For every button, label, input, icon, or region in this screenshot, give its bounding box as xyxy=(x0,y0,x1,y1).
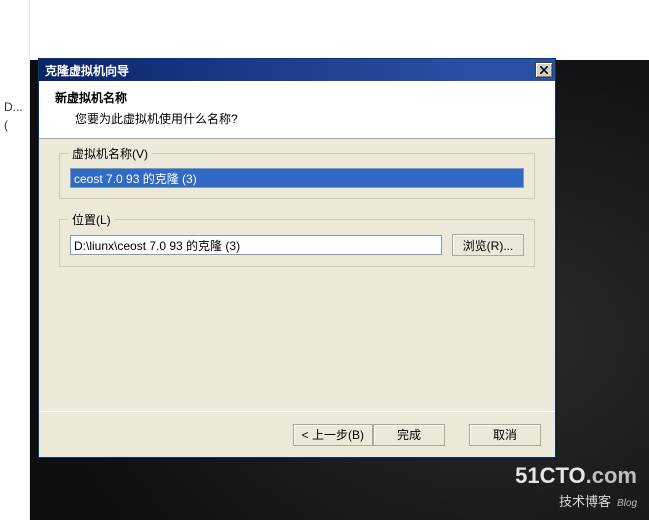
left-panel: D... ( xyxy=(0,0,30,520)
left-panel-item[interactable]: D... xyxy=(0,98,29,116)
top-white-strip xyxy=(30,0,649,60)
wizard-footer: < 上一步(B) 完成 取消 xyxy=(39,411,555,457)
vm-name-label: 虚拟机名称(V) xyxy=(68,145,152,162)
browse-button[interactable]: 浏览(R)... xyxy=(452,234,524,256)
cancel-button[interactable]: 取消 xyxy=(469,424,541,446)
location-label: 位置(L) xyxy=(68,211,115,228)
finish-button[interactable]: 完成 xyxy=(373,424,445,446)
back-button[interactable]: < 上一步(B) xyxy=(293,424,373,446)
location-group: 位置(L) 浏览(R)... xyxy=(59,219,535,267)
left-panel-item[interactable]: ( xyxy=(0,116,29,134)
vm-name-group: 虚拟机名称(V) xyxy=(59,153,535,199)
header-subtitle: 您要为此虚拟机使用什么名称? xyxy=(55,106,539,127)
titlebar: 克隆虚拟机向导 xyxy=(39,59,555,81)
vm-name-input[interactable] xyxy=(70,168,524,188)
watermark: 51CTO.com 技术博客Blog xyxy=(515,463,637,510)
header-title: 新虚拟机名称 xyxy=(55,89,539,106)
dialog-title: 克隆虚拟机向导 xyxy=(45,62,535,79)
close-button[interactable] xyxy=(535,62,553,78)
wizard-body: 虚拟机名称(V) 位置(L) 浏览(R)... xyxy=(39,139,555,411)
location-input[interactable] xyxy=(70,235,442,255)
wizard-header: 新虚拟机名称 您要为此虚拟机使用什么名称? xyxy=(39,81,555,139)
watermark-brand: 51CTO.com xyxy=(515,463,637,489)
clone-wizard-dialog: 克隆虚拟机向导 新虚拟机名称 您要为此虚拟机使用什么名称? 虚拟机名称(V) 位… xyxy=(38,58,556,458)
